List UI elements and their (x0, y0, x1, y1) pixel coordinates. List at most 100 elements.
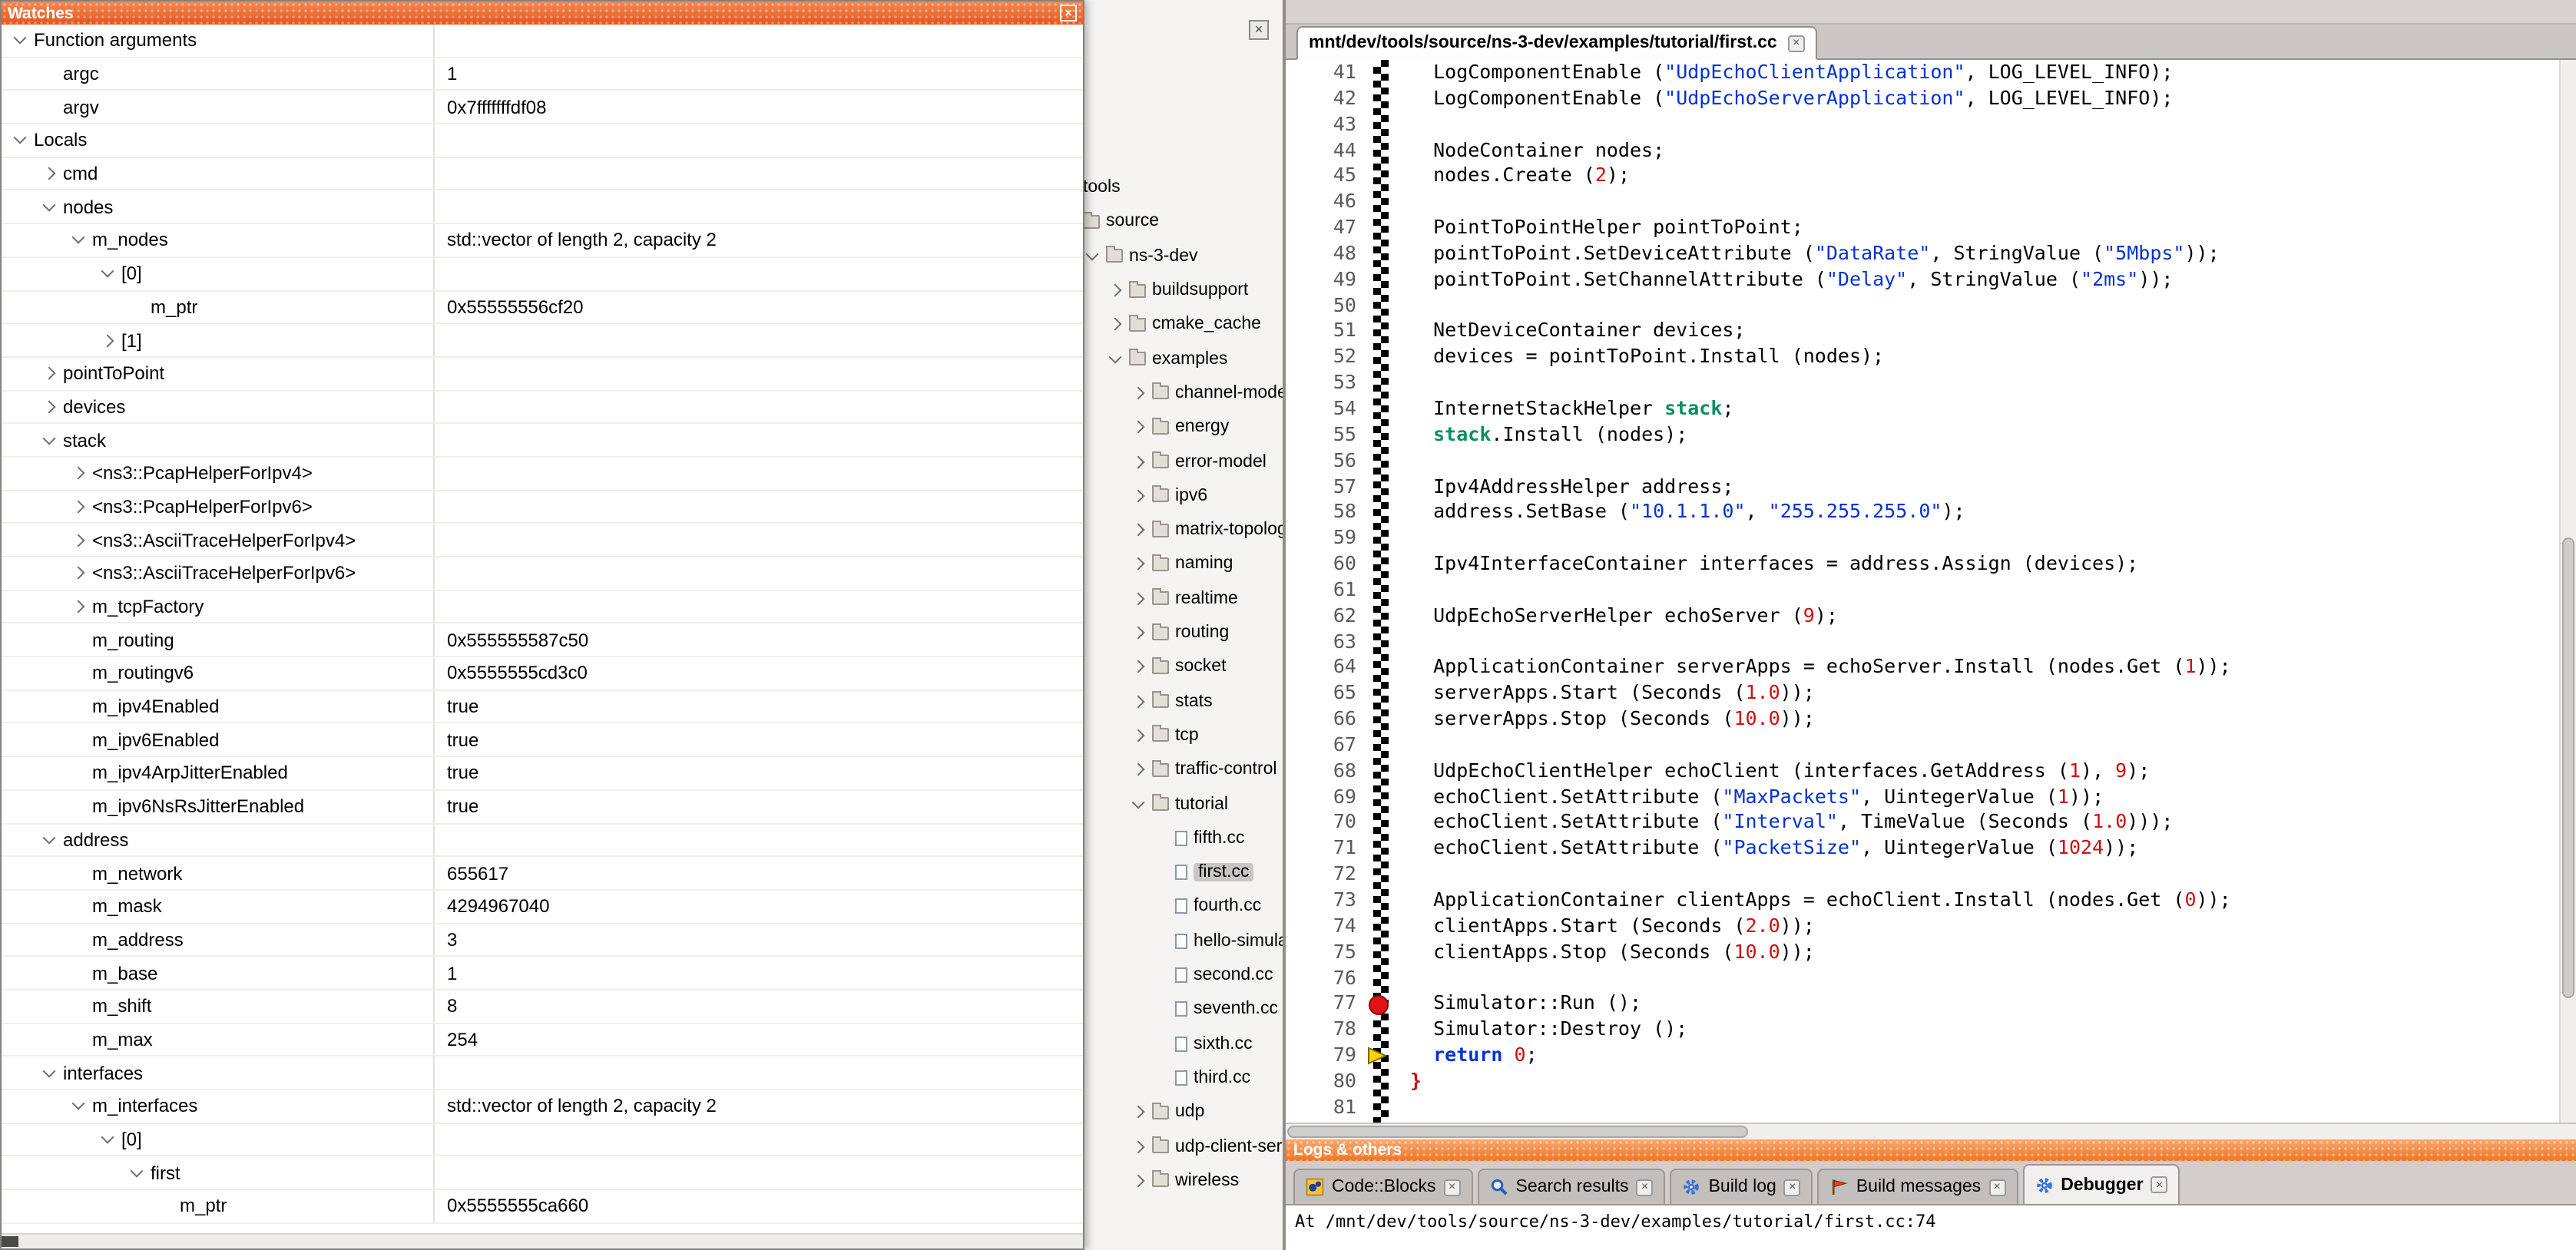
watch-row[interactable]: m_routingv60x5555555cd3c0 (2, 657, 1083, 690)
watch-row[interactable]: stack (2, 425, 1083, 458)
expander-down-icon[interactable] (131, 1164, 144, 1177)
editor-tab-close-button[interactable]: × (1788, 35, 1805, 51)
line-number[interactable]: 60 (1286, 551, 1370, 577)
expander-right-icon[interactable] (1132, 1174, 1145, 1187)
watch-row[interactable]: Function arguments (2, 25, 1083, 58)
expander-down-icon[interactable] (72, 232, 85, 245)
line-number[interactable]: 59 (1286, 525, 1370, 551)
expander-right-icon[interactable] (1132, 421, 1145, 434)
watch-row[interactable]: pointToPoint (2, 358, 1083, 391)
watch-row[interactable]: m_address3 (2, 924, 1083, 957)
watch-row[interactable]: <ns3::AsciiTraceHelperForIpv6> (2, 557, 1083, 590)
watch-row[interactable]: m_base1 (2, 957, 1083, 990)
expander-right-icon[interactable] (1132, 729, 1145, 742)
watch-row[interactable]: m_interfacesstd::vector of length 2, cap… (2, 1090, 1083, 1123)
line-number[interactable]: 73 (1286, 888, 1370, 914)
watch-row[interactable]: argc1 (2, 58, 1083, 91)
logs-tab-close-button[interactable]: × (1637, 1179, 1654, 1195)
line-number[interactable]: 55 (1286, 422, 1370, 448)
watch-row[interactable]: m_ptr0x5555555ca660 (2, 1190, 1083, 1223)
expander-right-icon[interactable] (1132, 1140, 1145, 1153)
expander-down-icon[interactable] (101, 265, 114, 278)
logs-panel-titlebar[interactable]: Logs & others (1286, 1139, 2576, 1161)
line-number[interactable]: 65 (1286, 681, 1370, 707)
logs-tab-close-button[interactable]: × (1444, 1179, 1461, 1195)
line-number[interactable]: 79 (1286, 1043, 1370, 1069)
expander-down-icon[interactable] (14, 131, 27, 144)
expander-down-icon[interactable] (43, 1064, 56, 1077)
watch-row[interactable]: address (2, 824, 1083, 857)
line-number[interactable]: 42 (1286, 86, 1370, 112)
line-number[interactable]: 68 (1286, 759, 1370, 785)
expander-right-icon[interactable] (1132, 592, 1145, 605)
line-number[interactable]: 72 (1286, 861, 1370, 888)
watch-row[interactable]: [0] (2, 258, 1083, 291)
expander-down-icon[interactable] (72, 1097, 85, 1110)
watch-row[interactable]: nodes (2, 191, 1083, 224)
expander-down-icon[interactable] (1132, 795, 1145, 809)
watch-row[interactable]: <ns3::PcapHelperForIpv6> (2, 491, 1083, 524)
expander-right-icon[interactable] (43, 400, 56, 413)
expander-right-icon[interactable] (1132, 1106, 1145, 1119)
line-number[interactable]: 61 (1286, 577, 1370, 604)
expander-right-icon[interactable] (43, 367, 56, 380)
expander-down-icon[interactable] (43, 831, 56, 844)
line-number[interactable]: 80 (1286, 1069, 1370, 1095)
line-number[interactable]: 41 (1286, 60, 1370, 86)
expander-right-icon[interactable] (1132, 524, 1145, 537)
line-number[interactable]: 49 (1286, 267, 1370, 293)
line-number[interactable]: 67 (1286, 732, 1370, 759)
watch-row[interactable]: m_ptr0x55555556cf20 (2, 291, 1083, 324)
watch-row[interactable]: [0] (2, 1123, 1083, 1156)
watch-row[interactable]: [1] (2, 324, 1083, 357)
line-number[interactable]: 53 (1286, 370, 1370, 396)
expander-right-icon[interactable] (1109, 284, 1122, 297)
line-number[interactable]: 62 (1286, 603, 1370, 629)
watch-row[interactable]: m_network655617 (2, 857, 1083, 890)
watch-row[interactable]: m_ipv4Enabledtrue (2, 691, 1083, 724)
logs-tab-search-results[interactable]: Search results× (1478, 1169, 1666, 1204)
logs-tab-build-log[interactable]: Build log× (1670, 1169, 1813, 1204)
line-number[interactable]: 58 (1286, 500, 1370, 526)
line-number[interactable]: 74 (1286, 914, 1370, 940)
expander-right-icon[interactable] (72, 500, 85, 513)
expander-right-icon[interactable] (1132, 386, 1145, 399)
expander-right-icon[interactable] (1132, 455, 1145, 468)
watch-row[interactable]: cmd (2, 158, 1083, 191)
logs-tab-build-messages[interactable]: Build messages× (1818, 1169, 2018, 1204)
line-number[interactable]: 75 (1286, 939, 1370, 965)
expander-down-icon[interactable] (14, 31, 27, 45)
logs-tab-code-blocks[interactable]: Code::Blocks× (1293, 1169, 1473, 1204)
expander-right-icon[interactable] (72, 534, 85, 547)
expander-right-icon[interactable] (72, 467, 85, 480)
expander-right-icon[interactable] (43, 167, 56, 180)
line-number[interactable]: 45 (1286, 164, 1370, 190)
watch-row[interactable]: <ns3::AsciiTraceHelperForIpv4> (2, 524, 1083, 557)
expander-right-icon[interactable] (1132, 660, 1145, 673)
line-number[interactable]: 63 (1286, 629, 1370, 655)
watch-row[interactable]: m_ipv6NsRsJitterEnabledtrue (2, 791, 1083, 824)
files-panel-close-button[interactable]: × (1249, 20, 1269, 40)
line-number[interactable]: 52 (1286, 345, 1370, 371)
watch-row[interactable]: m_nodesstd::vector of length 2, capacity… (2, 224, 1083, 257)
line-number[interactable]: 71 (1286, 836, 1370, 862)
expander-right-icon[interactable] (1132, 763, 1145, 776)
breakpoint-icon[interactable] (1369, 994, 1389, 1014)
expander-right-icon[interactable] (1132, 557, 1145, 570)
watch-row[interactable]: m_ipv4ArpJitterEnabledtrue (2, 757, 1083, 790)
watch-row[interactable]: m_ipv6Enabledtrue (2, 724, 1083, 757)
logs-tab-debugger[interactable]: Debugger× (2022, 1164, 2180, 1204)
editor-vertical-scrollbar-thumb[interactable] (2562, 537, 2574, 998)
line-number[interactable]: 70 (1286, 810, 1370, 836)
expander-right-icon[interactable] (1132, 627, 1145, 640)
line-number[interactable]: 69 (1286, 784, 1370, 810)
line-number[interactable]: 54 (1286, 396, 1370, 422)
expander-down-icon[interactable] (101, 1131, 114, 1144)
watch-row[interactable]: m_tcpFactory (2, 590, 1083, 623)
line-number[interactable]: 43 (1286, 111, 1370, 137)
expander-down-icon[interactable] (43, 432, 56, 445)
line-number[interactable]: 44 (1286, 137, 1370, 164)
expander-right-icon[interactable] (101, 334, 114, 347)
expander-right-icon[interactable] (1132, 489, 1145, 502)
watch-row[interactable]: m_mask4294967040 (2, 891, 1083, 924)
